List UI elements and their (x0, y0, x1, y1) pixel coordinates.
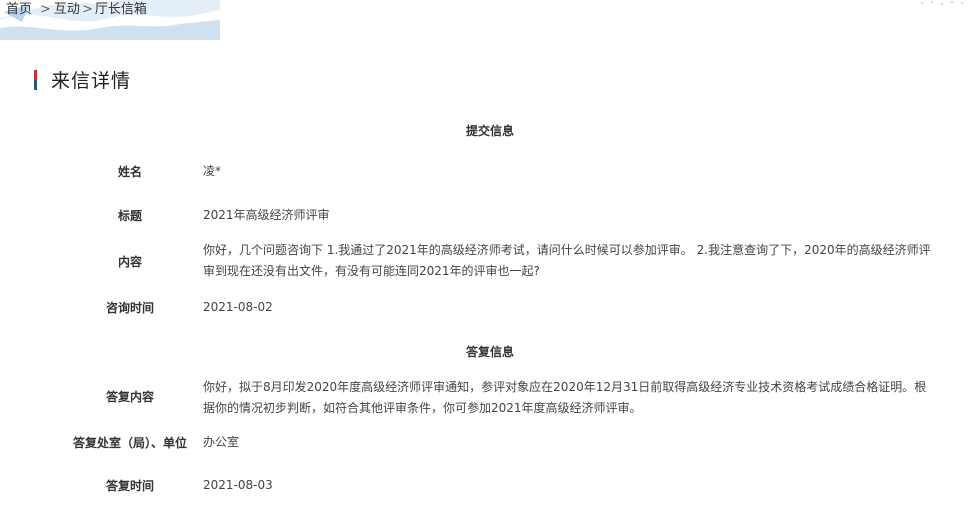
breadcrumb-interact-link[interactable]: 互动 (54, 2, 80, 17)
reply-office-value: 办公室 (203, 435, 240, 449)
reply-time-value: 2021-08-03 (203, 478, 273, 492)
title-label: 标题 (117, 209, 142, 223)
inquiry-time-label: 咨询时间 (105, 301, 154, 315)
breadcrumb-separator: > (81, 2, 93, 17)
title-accent-bar (34, 69, 37, 90)
breadcrumb-current-link[interactable]: 厅长信箱 (95, 2, 147, 17)
breadcrumb-home-link[interactable]: 首页 (6, 2, 32, 17)
inquiry-time-value: 2021-08-02 (203, 300, 273, 314)
title-value: 2021年高级经济师评审 (203, 208, 330, 222)
name-label: 姓名 (117, 165, 142, 179)
reply-content-label: 答复内容 (105, 390, 154, 404)
header-dots-decoration (921, 1, 963, 5)
reply-content-value: 你好，拟于8月印发2020年度高级经济师评审通知，参评对象应在2020年12月3… (203, 380, 927, 415)
breadcrumb: 首页 > 互动 > 厅长信箱 (6, 1, 147, 19)
content-label: 内容 (117, 255, 142, 269)
page-title: 来信详情 (51, 70, 132, 92)
reply-office-label: 答复处室（局）、单位 (72, 436, 187, 450)
reply-time-label: 答复时间 (105, 479, 154, 493)
section-title: 来信详情 (34, 66, 131, 93)
content-value: 你好，几个问题咨询下 1.我通过了2021年的高级经济师考试，请问什么时候可以参… (203, 243, 931, 278)
name-value: 凌* (203, 164, 222, 178)
submit-info-heading: 提交信息 (465, 124, 514, 138)
breadcrumb-separator: > (40, 2, 51, 17)
reply-info-heading: 答复信息 (465, 345, 514, 359)
